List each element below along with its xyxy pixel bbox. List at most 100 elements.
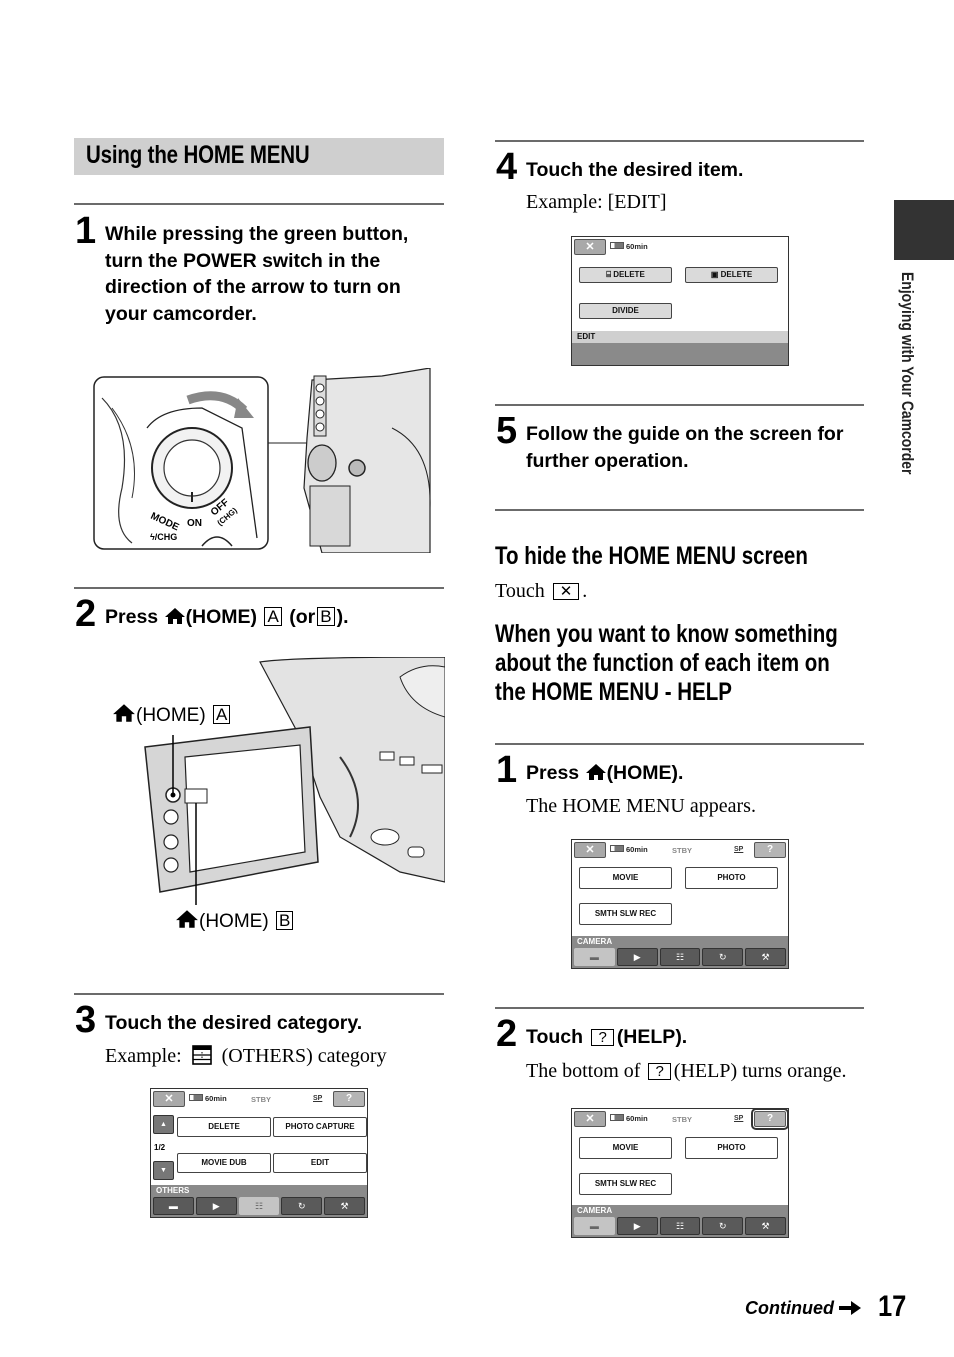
close-button[interactable]: ✕ — [574, 239, 606, 255]
tab-others[interactable]: ☷ — [659, 1217, 701, 1235]
tab-settings[interactable]: ⚒ — [745, 948, 786, 966]
home-icon — [176, 910, 198, 928]
help-step-2-desc: The bottom of ? (HELP) turns orange. — [526, 1060, 847, 1082]
step-3-example: Example: (OTHERS) category — [105, 1044, 387, 1068]
divider — [495, 404, 864, 406]
battery-icon — [189, 1094, 203, 1101]
tab-others[interactable]: ☷ — [238, 1197, 280, 1215]
close-button[interactable]: ✕ — [153, 1091, 185, 1107]
divider — [495, 140, 864, 142]
tab-playback[interactable]: ▶ — [616, 1217, 658, 1235]
home-a-callout: (HOME) A — [112, 703, 232, 727]
label-b-box: B — [317, 607, 335, 626]
help-step-2-text: Touch ? (HELP). — [526, 1024, 687, 1051]
lcd-screen-edit: ✕ 60min ⌸ DELETE ▣ DELETE DIVIDE EDIT — [571, 236, 789, 366]
step-number: 3 — [75, 999, 97, 1041]
empty-tab-bar — [572, 343, 788, 365]
menu-item-photo-delete[interactable]: ▣ DELETE — [685, 267, 778, 283]
menu-item-smooth-slow-rec[interactable]: SMTH SLW REC — [579, 903, 672, 925]
chapter-tab-marker — [894, 200, 954, 260]
step-2-end: ). — [336, 606, 349, 628]
tab-playback[interactable]: ▶ — [195, 1197, 237, 1215]
battery-icon — [610, 1114, 624, 1121]
divider — [495, 1007, 864, 1009]
battery-icon — [610, 845, 624, 852]
category-tabs: ▬ ▶ ☷ ↻ ⚒ — [151, 1196, 367, 1217]
step-5-text: Follow the guide on the screen for furth… — [526, 423, 844, 472]
touch-label: Touch — [526, 1026, 584, 1048]
menu-item-smooth-slow-rec[interactable]: SMTH SLW REC — [579, 1173, 672, 1195]
power-switch-illustration: MODE ON OFF (CHG) ϟ/CHG — [93, 368, 431, 553]
tab-manage-media[interactable]: ↻ — [702, 948, 744, 966]
divider — [74, 587, 444, 589]
quality-label: SP — [734, 846, 744, 853]
section-title: Using the HOME MENU — [86, 141, 310, 169]
help-heading: When you want to know something about th… — [495, 620, 838, 706]
hide-menu-heading: To hide the HOME MENU screen — [495, 542, 808, 570]
page-down-button[interactable]: ▼ — [153, 1161, 174, 1180]
help-button[interactable]: ? — [754, 842, 786, 858]
category-tabs: ▬ ▶ ☷ ↻ ⚒ — [572, 1216, 788, 1237]
help-button[interactable]: ? — [333, 1091, 365, 1107]
battery-indicator: 60min — [610, 242, 648, 251]
tab-manage-media[interactable]: ↻ — [702, 1217, 744, 1235]
battery-indicator: 60min — [610, 845, 648, 854]
tab-settings[interactable]: ⚒ — [324, 1197, 365, 1215]
label-a-box: A — [264, 607, 282, 626]
menu-item-photo[interactable]: PHOTO — [685, 1137, 778, 1159]
example-prefix: Example: — [105, 1045, 182, 1067]
tab-camera[interactable]: ▬ — [153, 1197, 194, 1215]
battery-indicator: 60min — [610, 1114, 648, 1123]
step-number: 2 — [75, 593, 97, 635]
menu-item-movie[interactable]: MOVIE — [579, 867, 672, 889]
step-number: 2 — [496, 1013, 518, 1055]
help-button-highlighted[interactable]: ? — [751, 1108, 789, 1130]
label-a-box: A — [212, 705, 231, 724]
close-button[interactable]: ✕ — [574, 842, 606, 858]
menu-item-movie-delete[interactable]: ⌸ DELETE — [579, 267, 672, 283]
menu-item-divide[interactable]: DIVIDE — [579, 303, 672, 319]
tab-camera[interactable]: ▬ — [574, 948, 615, 966]
help-step-1-desc: The HOME MENU appears. — [526, 795, 756, 817]
help-symbol-box: ? — [648, 1063, 671, 1080]
status-label: STBY — [672, 1115, 693, 1124]
page-up-button[interactable]: ▲ — [153, 1115, 174, 1134]
quality-label: SP — [313, 1095, 323, 1102]
menu-item-edit[interactable]: EDIT — [273, 1153, 367, 1173]
tab-settings[interactable]: ⚒ — [745, 1217, 786, 1235]
step-number: 1 — [75, 210, 97, 252]
status-label: STBY — [251, 1095, 272, 1104]
category-label: EDIT — [572, 331, 788, 343]
home-label: (HOME). — [606, 762, 684, 784]
home-icon — [585, 764, 606, 780]
example-suffix: (OTHERS) category — [221, 1045, 387, 1067]
lcd-panel-illustration — [144, 657, 445, 905]
menu-item-movie[interactable]: MOVIE — [579, 1137, 672, 1159]
menu-item-delete[interactable]: DELETE — [177, 1117, 271, 1137]
menu-item-photo[interactable]: PHOTO — [685, 867, 778, 889]
lcd-screen-camera-help: ✕ 60min STBY SP ? MOVIE PHOTO SMTH SLW R… — [571, 1108, 789, 1238]
tab-camera[interactable]: ▬ — [574, 1217, 615, 1235]
hide-menu-instruction: Touch ✕. — [495, 580, 588, 602]
tab-manage-media[interactable]: ↻ — [281, 1197, 323, 1215]
menu-item-photo-capture[interactable]: PHOTO CAPTURE — [273, 1117, 367, 1137]
continued-indicator: Continued — [745, 1298, 861, 1319]
close-symbol-box: ✕ — [552, 583, 580, 600]
lcd-screen-others: ✕ 60min STBY SP ? ▲ 1/2 ▼ DELETE PHOTO C… — [150, 1088, 368, 1218]
tab-others[interactable]: ☷ — [659, 948, 701, 966]
home-icon — [113, 704, 135, 722]
battery-icon — [610, 242, 624, 249]
step-number: 4 — [496, 146, 518, 188]
tab-playback[interactable]: ▶ — [616, 948, 658, 966]
step-4-example: Example: [EDIT] — [526, 191, 667, 213]
step-1-text: While pressing the green button, turn th… — [105, 223, 409, 325]
others-category-icon — [191, 1045, 212, 1065]
home-b-callout: (HOME) B — [175, 909, 295, 933]
label-b-box: B — [275, 911, 294, 930]
step-4-text: Touch the desired item. — [526, 159, 744, 181]
menu-item-movie-dub[interactable]: MOVIE DUB — [177, 1153, 271, 1173]
help-label: (HELP). — [616, 1026, 688, 1048]
close-button[interactable]: ✕ — [574, 1111, 606, 1127]
press-label: Press — [105, 606, 159, 628]
divider — [495, 743, 864, 745]
